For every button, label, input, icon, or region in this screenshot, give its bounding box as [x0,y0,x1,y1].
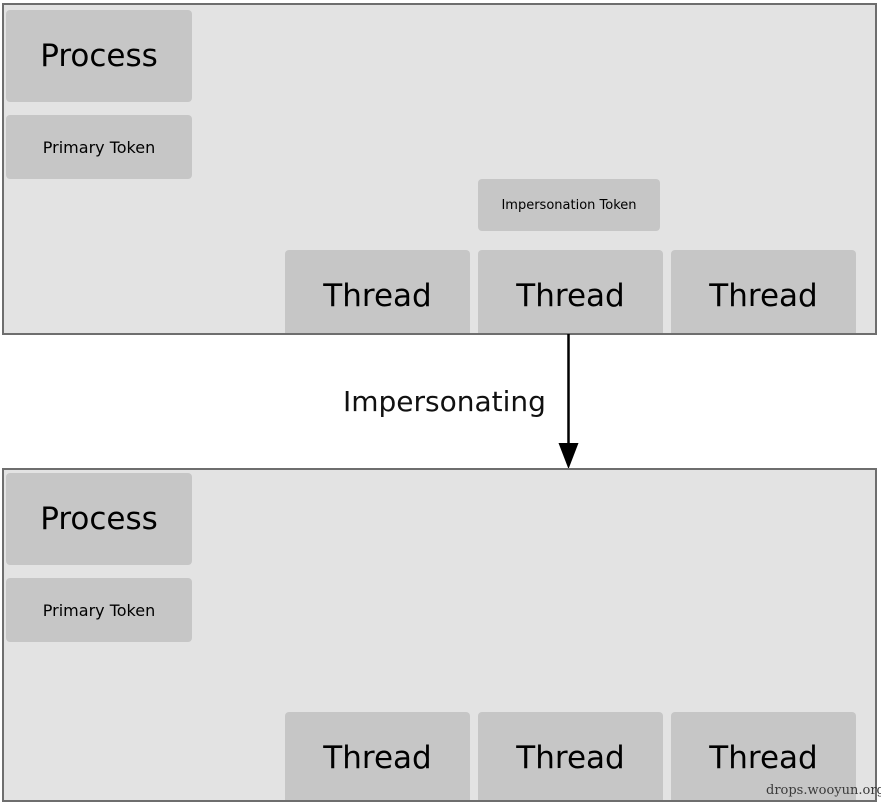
watermark: drops.wooyun.org [766,783,881,798]
diagram-canvas: Process Primary Token Impersonation Toke… [0,0,881,808]
thread-box: Thread [285,712,470,800]
process-panel-before: Process Primary Token Impersonation Toke… [2,3,877,335]
process-panel-after: Process Primary Token Thread Thread Thre… [2,468,877,802]
process-box: Process [6,473,192,565]
impersonation-token-box: Impersonation Token [478,179,660,231]
thread-box: Thread [671,250,856,333]
primary-token-box: Primary Token [6,578,192,642]
arrow-down-icon [558,443,579,469]
process-box: Process [6,10,192,102]
thread-box: Thread [478,712,663,800]
impersonating-label: Impersonating [343,385,546,418]
thread-box: Thread [285,250,470,333]
primary-token-box: Primary Token [6,115,192,179]
thread-box: Thread [478,250,663,333]
